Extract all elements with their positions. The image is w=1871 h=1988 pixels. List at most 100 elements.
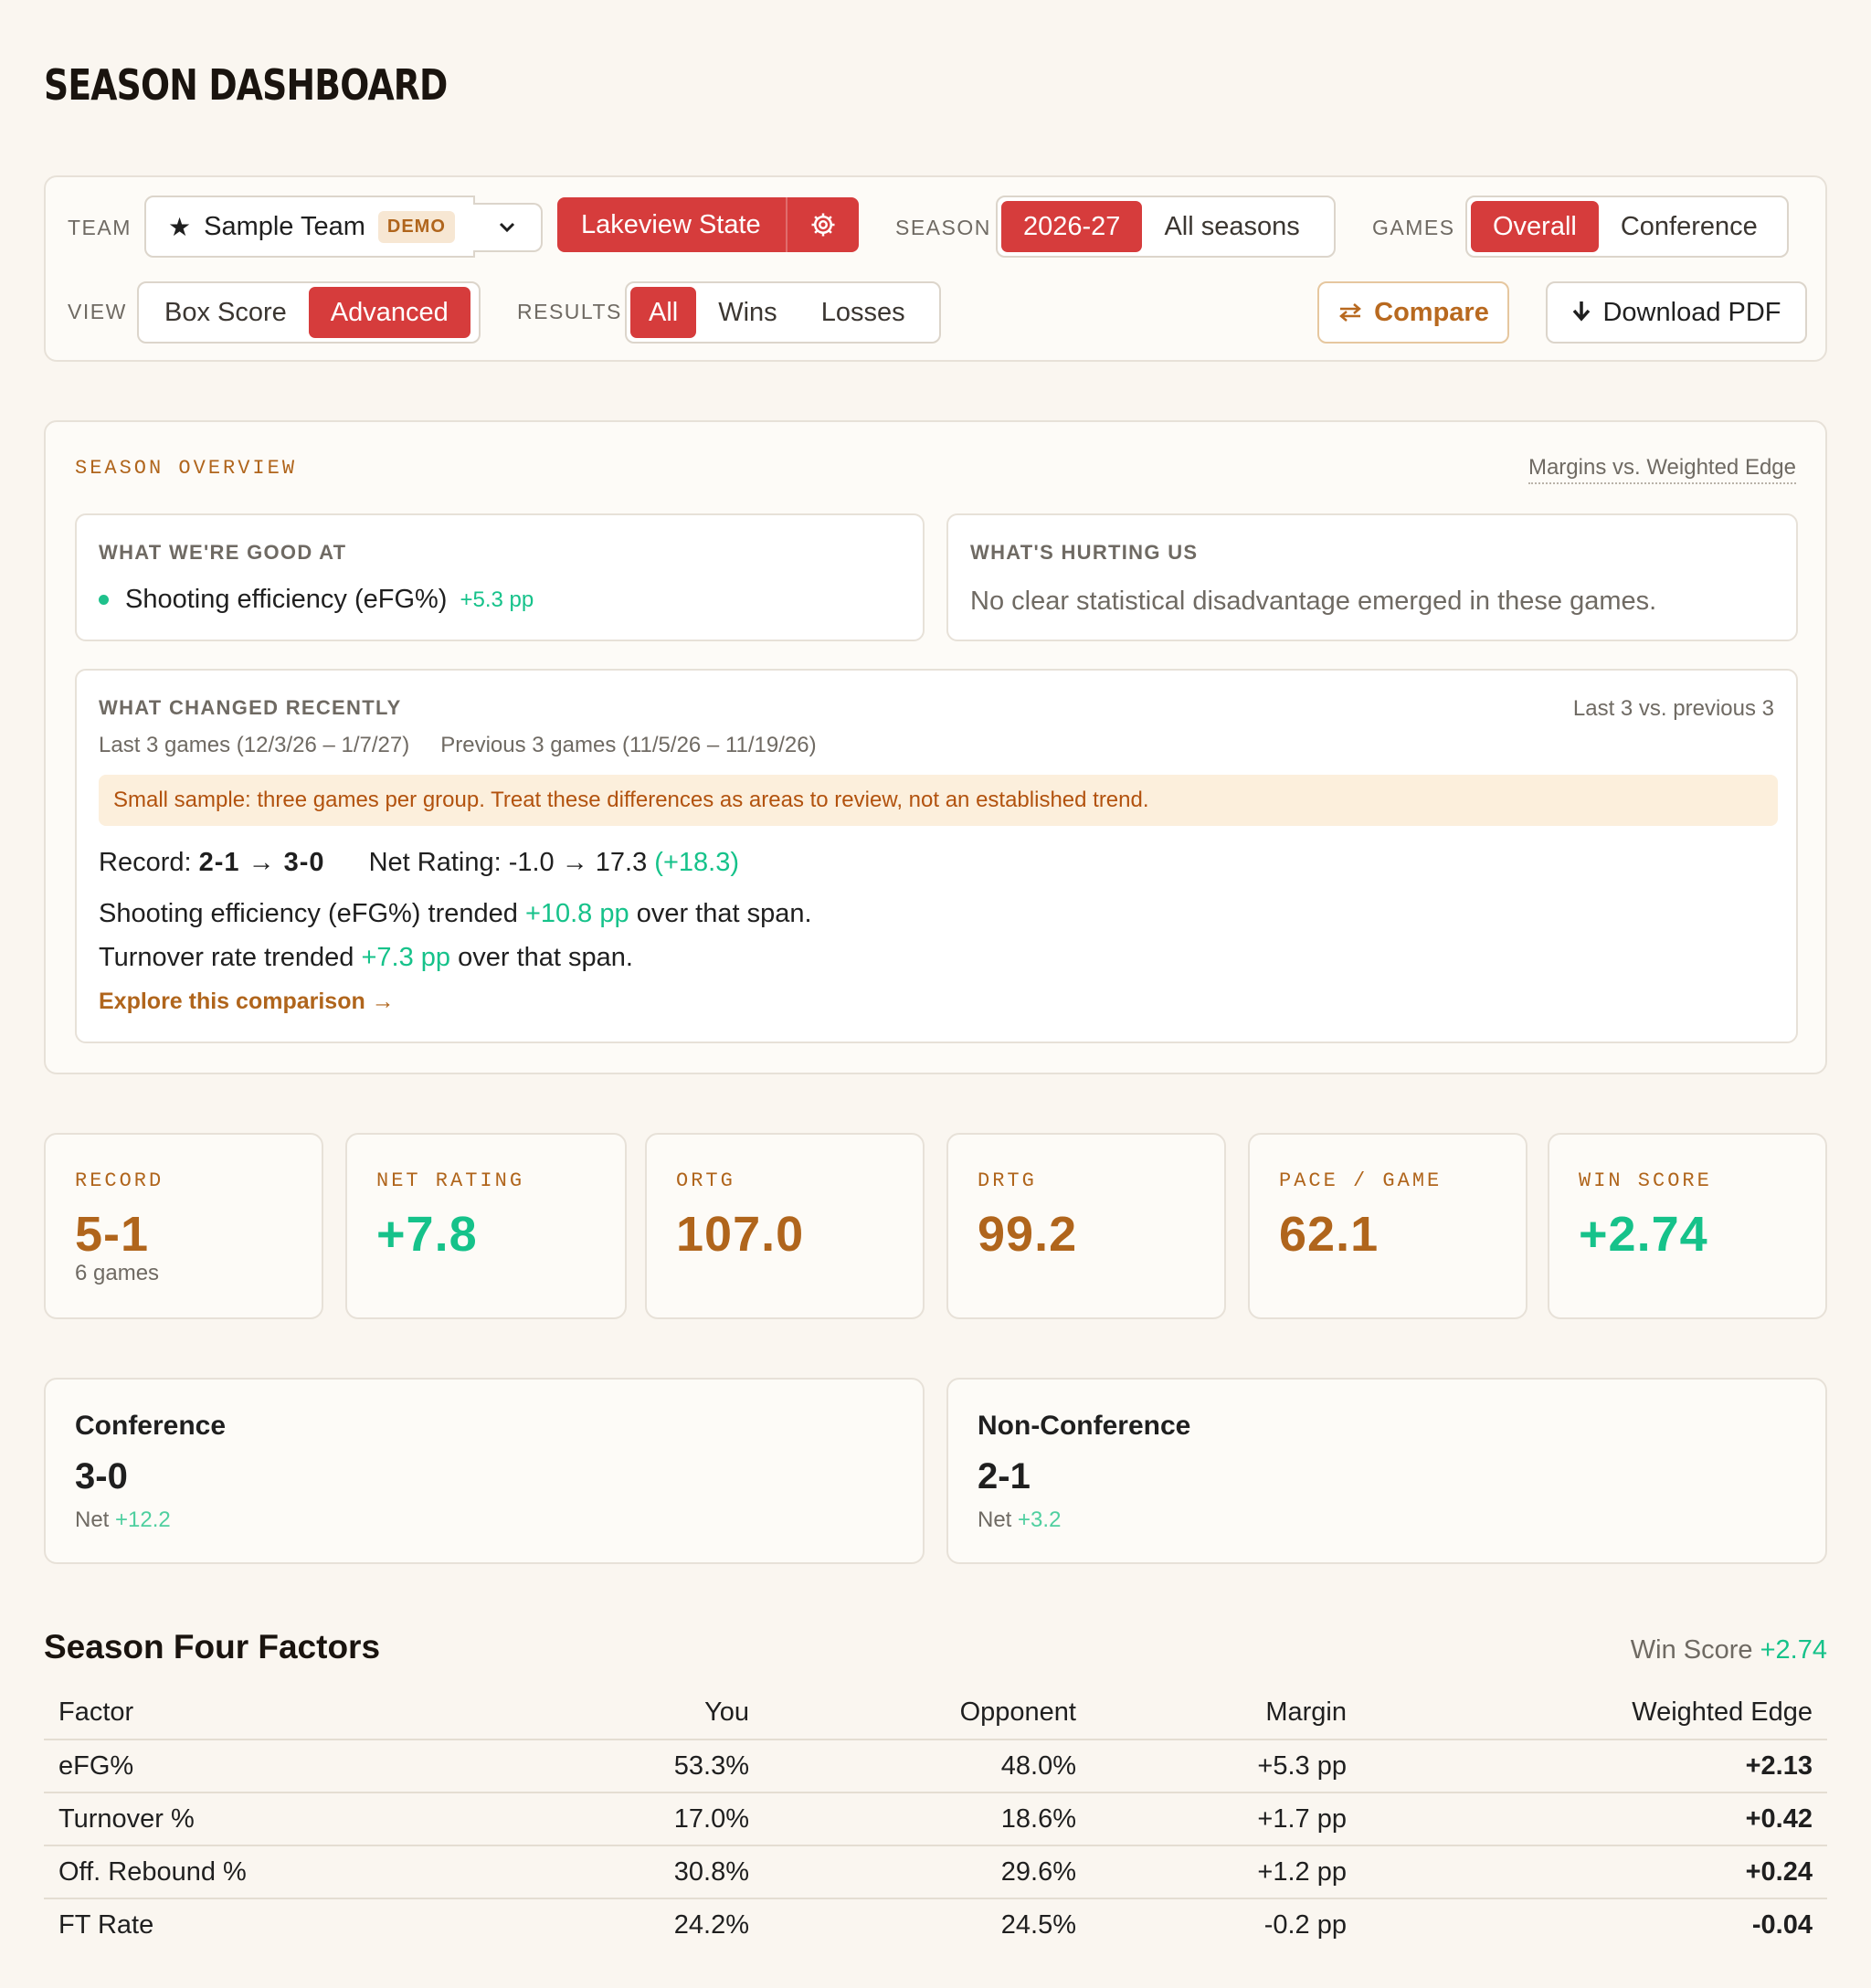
- trend-turnover-suffix: over that span.: [458, 943, 633, 972]
- view-toggle: Box Score Advanced: [137, 281, 481, 344]
- hurting-heading: WHAT'S HURTING US: [970, 541, 1199, 564]
- results-option-losses[interactable]: Losses: [799, 287, 927, 338]
- small-sample-warning-text: Small sample: three games per group. Tre…: [113, 788, 1149, 812]
- factor-cell: FT Rate: [58, 1910, 154, 1940]
- compare-button-label: Compare: [1374, 297, 1489, 327]
- team-settings-button[interactable]: [786, 197, 859, 252]
- four-factors-win-score: Win Score +2.74: [1631, 1635, 1827, 1665]
- team-pill-name: Lakeview State: [581, 209, 761, 239]
- stat-value: 62.1: [1279, 1207, 1379, 1262]
- column-header: Margin: [1091, 1687, 1361, 1740]
- net-rating-change: Net Rating: -1.0 → 17.3 (+18.3): [369, 848, 739, 878]
- stat-label: RECORD: [75, 1169, 164, 1192]
- opponent-cell: 48.0%: [764, 1740, 1091, 1793]
- season-toggle: 2026-27 All seasons: [996, 196, 1336, 258]
- column-header: Opponent: [764, 1687, 1091, 1740]
- column-header: Factor: [44, 1687, 499, 1740]
- stat-label: PACE / GAME: [1279, 1169, 1443, 1192]
- split-net-label: Net: [978, 1507, 1012, 1532]
- win-score-value: +2.74: [1760, 1635, 1827, 1665]
- table-header-row: Factor You Opponent Margin Weighted Edge: [44, 1687, 1827, 1740]
- table-row: Off. Rebound % 30.8% 29.6% +1.2 pp +0.24: [44, 1845, 1827, 1899]
- season-overview-card: SEASON OVERVIEW Margins vs. Weighted Edg…: [44, 420, 1827, 1074]
- view-label: VIEW: [68, 300, 127, 323]
- weighted-edge-cell: +2.13: [1361, 1740, 1827, 1793]
- factor-cell: Turnover %: [44, 1792, 499, 1846]
- good-at-heading: WHAT WE'RE GOOD AT: [99, 541, 347, 564]
- swap-icon: [1339, 303, 1362, 322]
- hurting-text: No clear statistical disadvantage emerge…: [970, 587, 1657, 616]
- results-option-wins[interactable]: Wins: [696, 287, 798, 338]
- column-header: Weighted Edge: [1361, 1687, 1827, 1740]
- split-net: Net +3.2: [978, 1507, 1061, 1533]
- comparison-note: Last 3 vs. previous 3: [1572, 696, 1774, 721]
- trend-efg-value: +10.8 pp: [524, 899, 629, 928]
- opponent-cell: 29.6%: [764, 1845, 1091, 1899]
- small-sample-warning: Small sample: three games per group. Tre…: [99, 775, 1778, 826]
- trend-efg-suffix: over that span.: [636, 899, 812, 928]
- stat-card-record: RECORD 5-1 6 games: [44, 1133, 323, 1319]
- margin-cell: +1.7 pp: [1091, 1792, 1361, 1846]
- last-games-range: Last 3 games (12/3/26 – 1/7/27): [99, 733, 410, 757]
- team-select-value: Sample Team: [204, 211, 365, 241]
- good-at-item: Shooting efficiency (eFG%) +5.3 pp: [99, 585, 534, 615]
- download-pdf-label: Download PDF: [1602, 297, 1781, 327]
- you-cell: 17.0%: [499, 1792, 764, 1846]
- games-option-overall[interactable]: Overall: [1471, 201, 1599, 252]
- team-dropdown-button[interactable]: [473, 203, 543, 252]
- table-row: Turnover % 17.0% 18.6% +1.7 pp +0.42: [44, 1792, 1827, 1846]
- stat-card-net-rating: NET RATING +7.8: [345, 1133, 627, 1319]
- team-select[interactable]: ★ Sample Team DEMO: [144, 196, 475, 258]
- team-pill[interactable]: Lakeview State: [557, 197, 859, 252]
- star-icon: ★: [168, 212, 192, 241]
- games-label: GAMES: [1372, 216, 1455, 239]
- you-cell: 53.3%: [499, 1740, 764, 1793]
- you-cell: 24.2%: [673, 1910, 749, 1940]
- compare-button[interactable]: Compare: [1317, 281, 1509, 344]
- split-record: 2-1: [978, 1456, 1031, 1496]
- split-card-conference: Conference 3-0 Net +12.2: [44, 1378, 925, 1564]
- table-row: eFG% 53.3% 48.0% +5.3 pp +2.13: [44, 1740, 1827, 1793]
- trend-efg-text: Shooting efficiency (eFG%) trended: [99, 899, 518, 928]
- good-at-panel: WHAT WE'RE GOOD AT Shooting efficiency (…: [75, 513, 925, 641]
- download-pdf-button[interactable]: Download PDF: [1546, 281, 1807, 344]
- season-label: SEASON: [895, 216, 991, 239]
- margin-cell: -0.2 pp: [1263, 1910, 1347, 1940]
- net-rating-change-delta: (+18.3): [654, 848, 739, 877]
- stat-label: ORTG: [676, 1169, 735, 1192]
- trend-line-efg: Shooting efficiency (eFG%) trended +10.8…: [99, 899, 812, 929]
- split-title: Conference: [75, 1411, 227, 1441]
- trend-turnover-value: +7.3 pp: [361, 943, 451, 972]
- hurting-panel: WHAT'S HURTING US No clear statistical d…: [946, 513, 1798, 641]
- bullet-dot-icon: [99, 595, 109, 605]
- split-net-label: Net: [75, 1507, 110, 1532]
- split-card-non-conference: Non-Conference 2-1 Net +3.2: [946, 1378, 1827, 1564]
- season-option-all[interactable]: All seasons: [1142, 201, 1321, 252]
- split-net-value: +12.2: [115, 1507, 171, 1532]
- margin-cell: +5.3 pp: [1091, 1740, 1361, 1793]
- stat-value: 5-1: [75, 1207, 150, 1262]
- margin-cell: +1.2 pp: [1091, 1845, 1361, 1899]
- results-toggle: All Wins Losses: [625, 281, 941, 344]
- view-option-advanced[interactable]: Advanced: [308, 287, 470, 338]
- gear-icon: [811, 213, 835, 237]
- win-score-label: Win Score: [1630, 1635, 1753, 1665]
- stat-card-pace: PACE / GAME 62.1: [1248, 1133, 1527, 1319]
- season-option-current[interactable]: 2026-27: [1001, 201, 1143, 252]
- results-option-all[interactable]: All: [630, 287, 697, 338]
- trend-line-turnover: Turnover rate trended +7.3 pp over that …: [99, 943, 633, 973]
- opponent-cell: 18.6%: [764, 1792, 1091, 1846]
- games-option-conference[interactable]: Conference: [1599, 201, 1780, 252]
- opponent-cell: 24.5%: [1000, 1910, 1076, 1940]
- view-option-box-score[interactable]: Box Score: [143, 287, 309, 338]
- you-cell: 30.8%: [499, 1845, 764, 1899]
- split-title: Non-Conference: [978, 1411, 1191, 1441]
- factor-cell: Off. Rebound %: [44, 1845, 499, 1899]
- record-change: Record: 2-1 → 3-0: [99, 848, 325, 878]
- split-net-value: +3.2: [1018, 1507, 1062, 1532]
- margins-vs-weighted-edge-link[interactable]: Margins vs. Weighted Edge: [1527, 455, 1796, 484]
- split-net: Net +12.2: [75, 1507, 171, 1533]
- column-header: You: [499, 1687, 764, 1740]
- stat-value: +2.74: [1579, 1207, 1708, 1262]
- explore-comparison-link[interactable]: Explore this comparison →: [99, 989, 395, 1015]
